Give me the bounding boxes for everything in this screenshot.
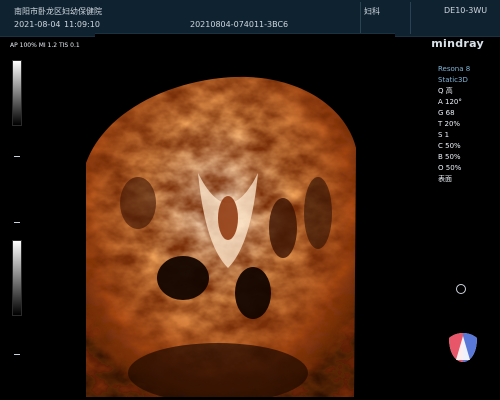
probe-orientation-icon bbox=[446, 330, 480, 364]
imaging-mode: Static3D bbox=[438, 76, 468, 84]
ruler-tick bbox=[14, 354, 20, 355]
acoustic-params: AP 100% MI 1.2 TIS 0.1 bbox=[10, 42, 80, 49]
exam-time: 11:09:10 bbox=[64, 20, 100, 29]
param-contrast: C 50% bbox=[438, 142, 461, 150]
param-render-mode: 表面 bbox=[438, 175, 452, 183]
header-divider bbox=[360, 2, 361, 34]
param-angle: A 120° bbox=[438, 98, 462, 106]
param-gain: G 68 bbox=[438, 109, 455, 117]
ultrasound-3d-render[interactable] bbox=[78, 53, 358, 397]
circle-icon[interactable] bbox=[456, 284, 466, 294]
header-divider bbox=[410, 2, 411, 34]
system-model: Resona 8 bbox=[438, 65, 471, 73]
imaging-params-panel: Resona 8 Static3D Q 高 A 120° G 68 T 20% … bbox=[438, 64, 470, 185]
brand-logo: mindray bbox=[431, 37, 484, 50]
header-progress-track bbox=[95, 33, 395, 37]
gray-scale-bar bbox=[12, 60, 22, 126]
render-image bbox=[86, 76, 356, 397]
param-brightness: B 50% bbox=[438, 153, 461, 161]
gray-scale-bar bbox=[12, 240, 22, 316]
ruler-tick bbox=[14, 222, 20, 223]
param-smooth: S 1 bbox=[438, 131, 450, 139]
param-opacity: O 50% bbox=[438, 164, 462, 172]
hospital-name: 南阳市卧龙区妇幼保健院 bbox=[14, 7, 102, 16]
exam-date: 2021-08-04 bbox=[14, 20, 61, 29]
header-bar: 南阳市卧龙区妇幼保健院 2021-08-04 11:09:10 20210804… bbox=[0, 0, 500, 37]
department-label: 妇科 bbox=[364, 7, 380, 16]
param-quality: Q 高 bbox=[438, 87, 453, 95]
exam-id: 20210804-074011-3BC6 bbox=[190, 20, 289, 29]
param-threshold: T 20% bbox=[438, 120, 461, 128]
probe-label: DE10-3WU bbox=[444, 6, 488, 15]
ruler-tick bbox=[14, 156, 20, 157]
